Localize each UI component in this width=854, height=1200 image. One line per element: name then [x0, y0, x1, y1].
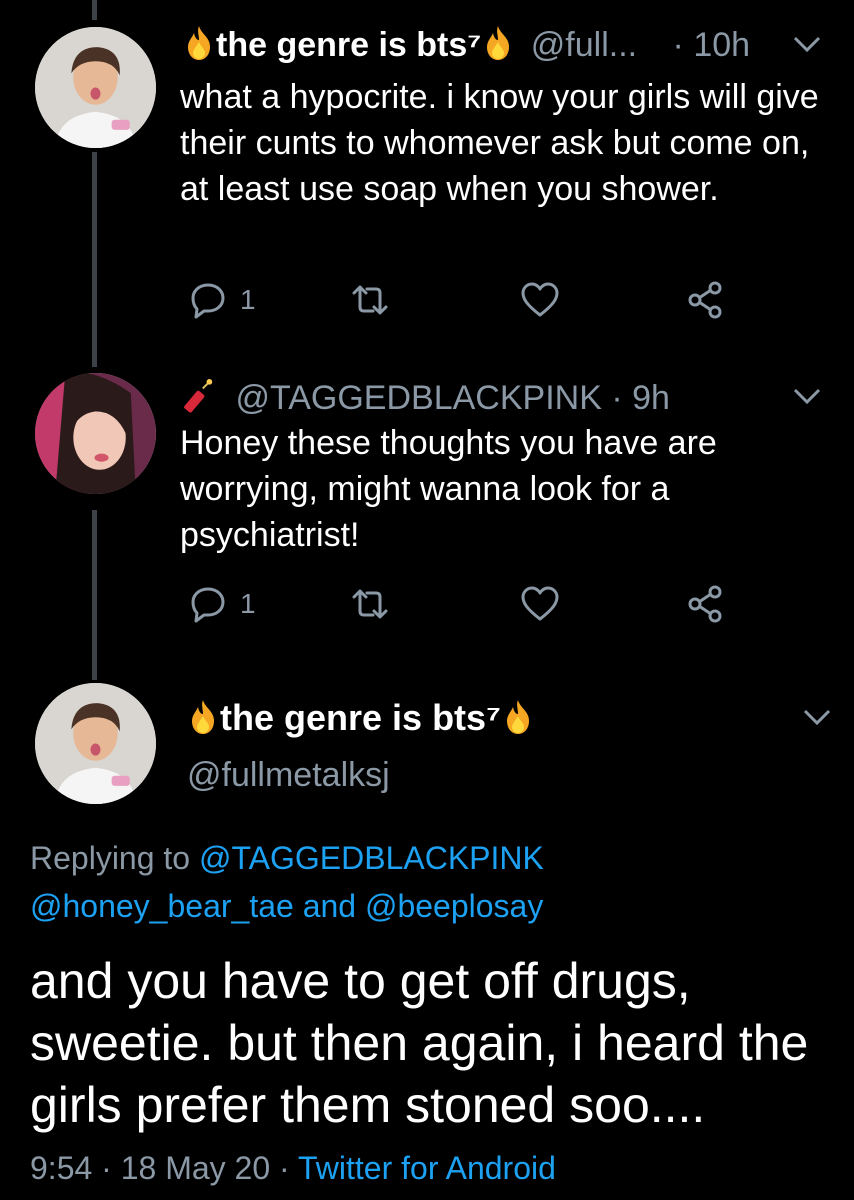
- tweet-date: 18 May 20: [120, 1150, 271, 1186]
- tweet-1-header: the genre is bts⁷ @full... · 10h: [182, 25, 750, 65]
- chevron-down-icon[interactable]: [792, 386, 822, 406]
- tweet-2-actions: 1: [180, 584, 740, 628]
- and-label: and: [302, 888, 357, 924]
- retweet-icon: [352, 589, 388, 619]
- avatar-photo: [35, 373, 156, 494]
- reply-button[interactable]: 1: [188, 280, 256, 320]
- tweet-1-actions: 1: [180, 280, 740, 324]
- tweet-time: 9:54: [30, 1150, 93, 1186]
- tweet-1-text: what a hypocrite. i know your girls will…: [180, 78, 819, 208]
- avatar-fullmetalksj[interactable]: [35, 683, 156, 804]
- thread-line-1: [92, 152, 97, 367]
- display-name: the genre is bts⁷: [220, 697, 501, 738]
- avatar-photo: [35, 27, 156, 148]
- reply-count: 1: [240, 588, 256, 619]
- reply-button[interactable]: 1: [188, 584, 256, 624]
- replying-to-line: Replying to @TAGGEDBLACKPINK: [30, 840, 544, 877]
- reply-icon: [191, 587, 225, 623]
- timestamp: · 10h: [672, 26, 751, 64]
- heart-icon: [521, 282, 559, 317]
- share-button[interactable]: [685, 280, 725, 320]
- like-button[interactable]: [520, 280, 560, 320]
- handle[interactable]: @TAGGEDBLACKPINK: [235, 379, 601, 417]
- avatar-photo: [35, 683, 156, 804]
- tweet-meta: 9:54 · 18 May 20 · Twitter for Android: [30, 1150, 556, 1187]
- share-button[interactable]: [685, 584, 725, 624]
- avatar-taggedblackpink[interactable]: [35, 373, 156, 494]
- share-icon: [688, 281, 722, 319]
- separator: ·: [101, 1150, 112, 1186]
- avatar-fullmetalksj[interactable]: [35, 27, 156, 148]
- share-icon: [688, 585, 722, 623]
- reply-icon: [191, 283, 225, 319]
- handle[interactable]: @full...: [531, 26, 637, 64]
- tweet-source[interactable]: Twitter for Android: [298, 1150, 556, 1186]
- fire-icon: [192, 700, 214, 734]
- retweet-button[interactable]: [350, 280, 390, 320]
- reply-count: 1: [240, 284, 256, 315]
- chevron-down-icon[interactable]: [792, 34, 822, 54]
- main-display-name-row[interactable]: the genre is bts⁷: [186, 697, 535, 739]
- retweet-button[interactable]: [350, 584, 390, 624]
- thread-line-2: [92, 510, 97, 680]
- replying-to-label: Replying to: [30, 840, 191, 876]
- fire-icon: [487, 26, 510, 60]
- handle[interactable]: @fullmetalksj: [187, 756, 390, 795]
- chevron-down-icon[interactable]: [802, 707, 832, 727]
- heart-icon: [521, 586, 559, 621]
- tweet-2-text: Honey these thoughts you have are worryi…: [180, 424, 717, 554]
- timestamp: · 9h: [611, 379, 670, 417]
- fire-icon: [188, 26, 210, 60]
- firecracker-icon: [184, 379, 213, 413]
- fire-icon: [506, 700, 529, 734]
- like-button[interactable]: [520, 584, 560, 624]
- display-name[interactable]: the genre is bts⁷: [216, 26, 481, 64]
- retweet-icon: [352, 285, 388, 315]
- thread-line-top: [92, 0, 97, 20]
- tweet-2-header: @TAGGEDBLACKPINK · 9h: [182, 378, 670, 418]
- mention-link[interactable]: @TAGGEDBLACKPINK: [199, 840, 544, 876]
- main-tweet-text: and you have to get off drugs, sweetie. …: [30, 953, 809, 1133]
- mention-link[interactable]: @honey_bear_tae: [30, 888, 294, 924]
- separator: ·: [279, 1150, 290, 1186]
- replying-to-line-2: @honey_bear_tae and @beeplosay: [30, 888, 543, 925]
- mention-link[interactable]: @beeplosay: [365, 888, 543, 924]
